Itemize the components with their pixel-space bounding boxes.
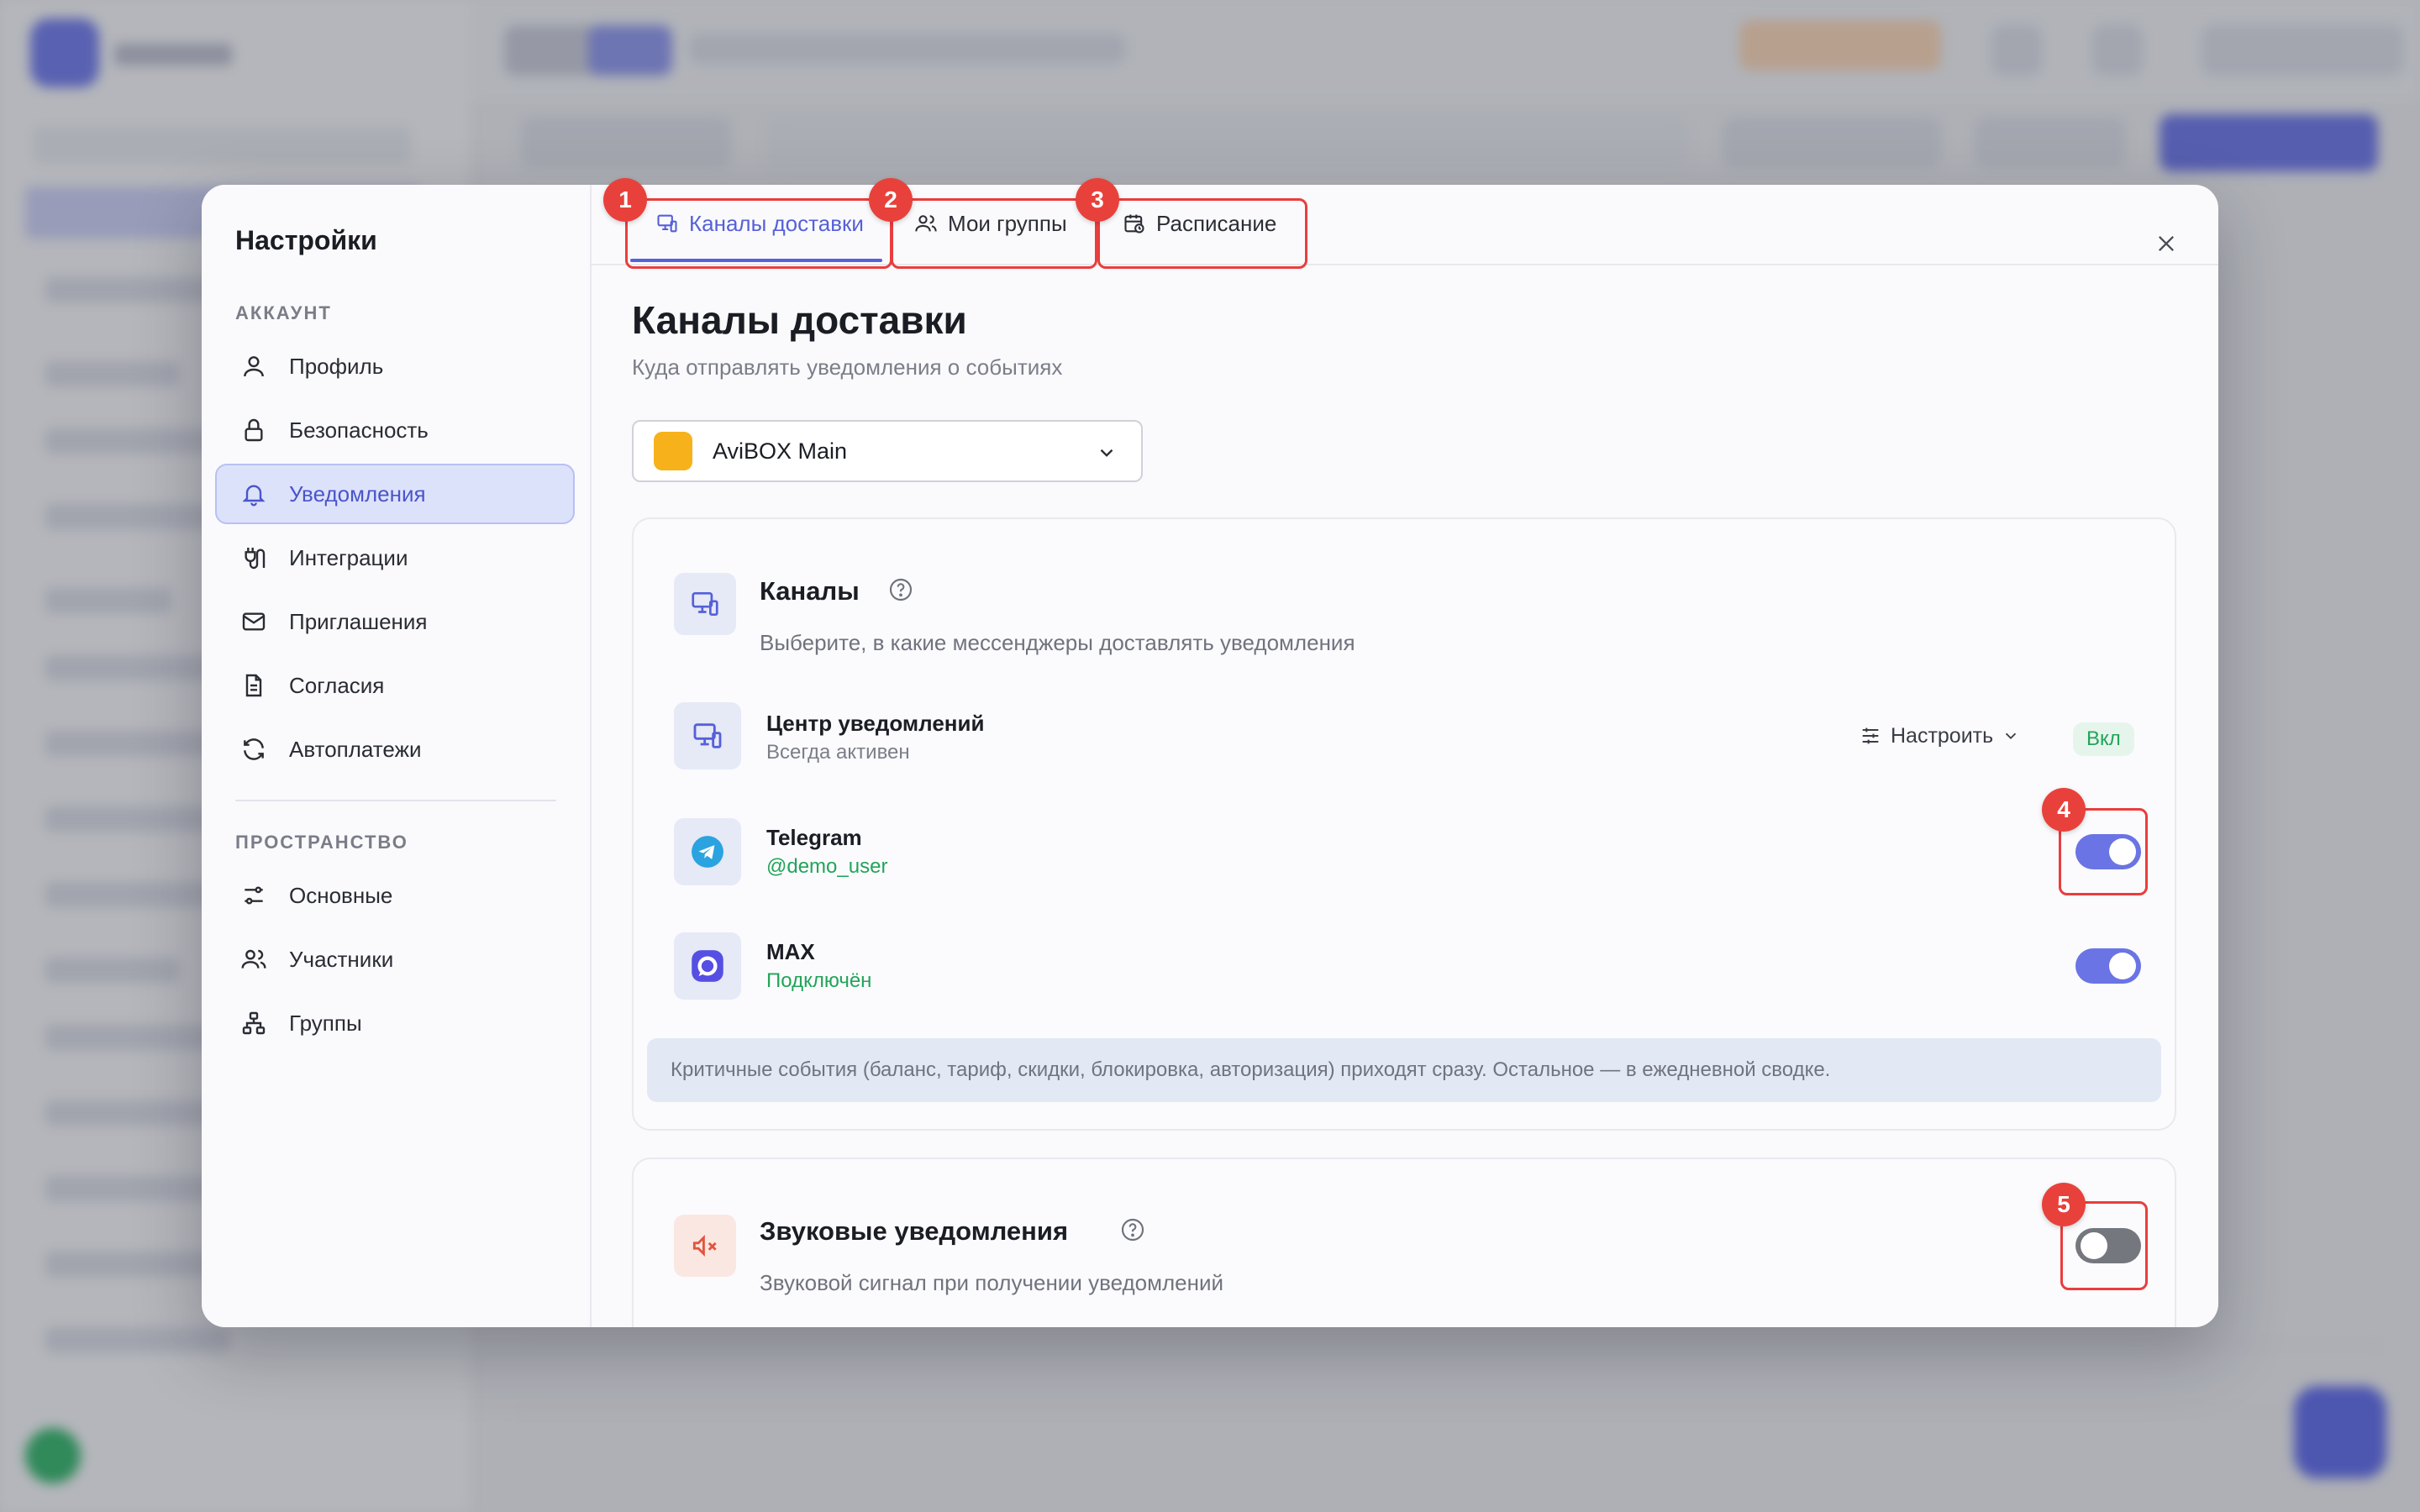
settings-modal: Настройки АККАУНТ Профиль Безопасность У… bbox=[202, 185, 2218, 1327]
telegram-icon bbox=[692, 836, 723, 868]
sidebar-item-label: Уведомления bbox=[289, 480, 426, 507]
annotation-marker-4: 4 bbox=[2042, 788, 2086, 832]
info-banner-text: Критичные события (баланс, тариф, скидки… bbox=[671, 1058, 1831, 1081]
devices-icon bbox=[692, 591, 718, 617]
tab-delivery-channels[interactable]: Каналы доставки bbox=[655, 198, 864, 249]
plug-icon bbox=[245, 548, 266, 570]
toggle-knob bbox=[2081, 1232, 2107, 1259]
speaker-muted-icon bbox=[692, 1235, 717, 1257]
sound-card-description: Звуковой сигнал при получении уведомлени… bbox=[760, 1270, 1224, 1295]
workspace-color-icon bbox=[654, 432, 692, 470]
sound-card: Звуковые уведомления Звуковой сигнал при… bbox=[632, 1158, 2176, 1327]
channels-card-description: Выберите, в какие мессенджеры доставлять… bbox=[760, 630, 1355, 655]
settings-content: Каналы доставки Мои группы Расписание Ка… bbox=[590, 185, 2218, 1327]
tab-my-groups[interactable]: Мои группы bbox=[914, 198, 1067, 249]
chevron-down-icon bbox=[2006, 732, 2017, 740]
sidebar-item-autopayments[interactable]: Автоплатежи bbox=[215, 719, 575, 780]
channel-name: MAX bbox=[766, 939, 815, 964]
max-icon-tile bbox=[674, 932, 741, 1000]
calendar-clock-icon bbox=[1124, 214, 1144, 234]
active-tab-indicator bbox=[630, 259, 882, 262]
document-icon bbox=[245, 674, 262, 697]
tab-label: Расписание bbox=[1156, 210, 1277, 236]
devices-icon bbox=[693, 723, 722, 748]
info-banner: Критичные события (баланс, тариф, скидки… bbox=[647, 1038, 2161, 1102]
sidebar-item-profile[interactable]: Профиль bbox=[215, 336, 575, 396]
lock-icon bbox=[245, 418, 263, 442]
configure-dropdown[interactable]: Настроить bbox=[1859, 719, 2020, 753]
sidebar-item-general[interactable]: Основные bbox=[215, 865, 575, 926]
settings-sidebar: Настройки АККАУНТ Профиль Безопасность У… bbox=[202, 185, 592, 1327]
sliders-icon bbox=[1862, 727, 1879, 744]
channel-status: Подключён bbox=[766, 969, 872, 992]
users-icon bbox=[241, 949, 266, 969]
sidebar-item-label: Группы bbox=[289, 1010, 362, 1036]
devices-icon bbox=[657, 214, 677, 233]
workspace-select[interactable]: AviBOX Main bbox=[632, 420, 1143, 482]
sidebar-item-label: Приглашения bbox=[289, 608, 428, 634]
channel-name: Telegram bbox=[766, 825, 862, 850]
sidebar-item-notifications[interactable]: Уведомления bbox=[215, 464, 575, 524]
sidebar-item-label: Безопасность bbox=[289, 417, 429, 443]
chevron-down-icon bbox=[1100, 449, 1113, 457]
sound-card-icon bbox=[674, 1215, 736, 1277]
channels-card-title: Каналы bbox=[760, 576, 860, 606]
toggle-knob bbox=[2109, 838, 2136, 865]
sidebar-item-consents[interactable]: Согласия bbox=[215, 655, 575, 716]
close-icon bbox=[2159, 236, 2174, 251]
page-title: Каналы доставки bbox=[632, 298, 967, 342]
telegram-toggle[interactable] bbox=[2075, 834, 2141, 869]
hierarchy-icon bbox=[242, 1011, 266, 1035]
section-space-label: ПРОСТРАНСТВО bbox=[235, 832, 408, 853]
sidebar-divider bbox=[235, 800, 556, 801]
tab-label: Мои группы bbox=[948, 210, 1067, 236]
sidebar-item-security[interactable]: Безопасность bbox=[215, 400, 575, 460]
telegram-icon-tile bbox=[674, 818, 741, 885]
bell-icon bbox=[242, 485, 266, 507]
sidebar-item-members[interactable]: Участники bbox=[215, 929, 575, 990]
page-subtitle: Куда отправлять уведомления о событиях bbox=[632, 354, 1063, 380]
help-icon[interactable] bbox=[1119, 1216, 1146, 1243]
annotation-marker-1: 1 bbox=[603, 178, 647, 222]
configure-label: Настроить bbox=[1891, 723, 1994, 748]
annotation-marker-3: 3 bbox=[1076, 178, 1119, 222]
tab-label: Каналы доставки bbox=[689, 210, 864, 236]
notification-center-icon-tile bbox=[674, 702, 741, 769]
sound-card-title: Звуковые уведомления bbox=[760, 1216, 1069, 1246]
channel-status: Всегда активен bbox=[766, 741, 910, 764]
sidebar-item-groups[interactable]: Группы bbox=[215, 993, 575, 1053]
sidebar-item-label: Участники bbox=[289, 946, 394, 972]
sidebar-item-integrations[interactable]: Интеграции bbox=[215, 528, 575, 588]
sidebar-item-label: Профиль bbox=[289, 353, 384, 379]
tab-schedule[interactable]: Расписание bbox=[1123, 198, 1276, 249]
tabs-bar: Каналы доставки Мои группы Расписание bbox=[590, 185, 2218, 265]
annotation-marker-2: 2 bbox=[869, 178, 913, 222]
settings-title: Настройки bbox=[235, 225, 377, 255]
toggle-knob bbox=[2109, 953, 2136, 979]
sound-toggle[interactable] bbox=[2075, 1228, 2141, 1263]
users-icon bbox=[915, 215, 937, 232]
sidebar-item-label: Основные bbox=[289, 882, 393, 908]
close-button[interactable] bbox=[2148, 225, 2185, 262]
workspace-select-value: AviBOX Main bbox=[713, 438, 848, 464]
sidebar-item-label: Интеграции bbox=[289, 544, 408, 570]
max-toggle[interactable] bbox=[2075, 948, 2141, 984]
channels-card-icon bbox=[674, 573, 736, 635]
status-badge: Вкл bbox=[2073, 722, 2134, 756]
sidebar-item-label: Автоплатежи bbox=[289, 736, 422, 762]
sidebar-item-invitations[interactable]: Приглашения bbox=[215, 591, 575, 652]
channel-name: Центр уведомлений bbox=[766, 711, 985, 736]
channel-status: @demo_user bbox=[766, 855, 888, 878]
channels-card: Каналы Выберите, в какие мессенджеры дос… bbox=[632, 517, 2176, 1131]
mail-icon bbox=[242, 612, 266, 631]
help-icon[interactable] bbox=[887, 576, 914, 603]
max-messenger-icon bbox=[692, 950, 723, 982]
user-icon bbox=[244, 356, 264, 377]
section-account-label: АККАУНТ bbox=[235, 302, 332, 323]
sliders-icon bbox=[245, 886, 263, 905]
sidebar-item-label: Согласия bbox=[289, 672, 385, 698]
refresh-icon bbox=[244, 738, 264, 760]
annotation-marker-5: 5 bbox=[2042, 1183, 2086, 1226]
